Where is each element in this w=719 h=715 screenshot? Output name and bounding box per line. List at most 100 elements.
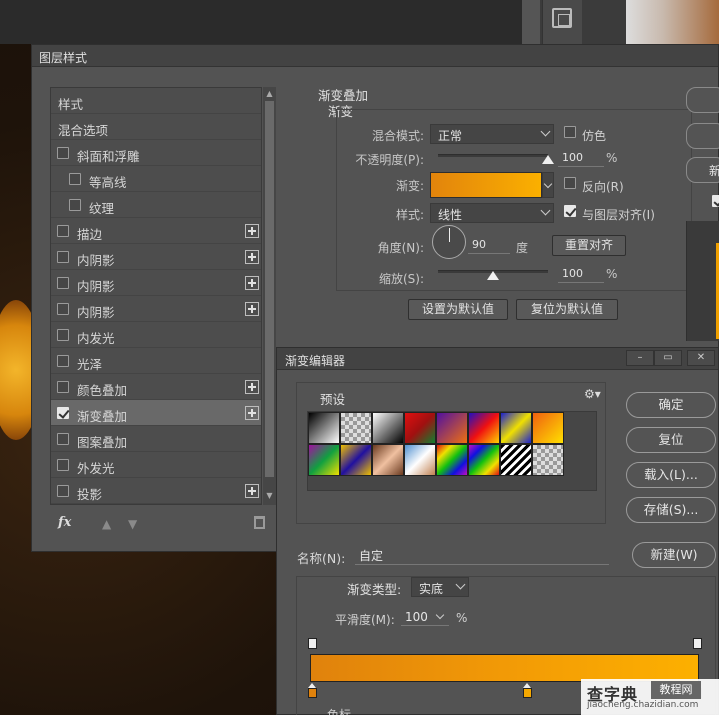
load-button[interactable]: 载入(L)... [626,462,716,488]
tool-icon[interactable] [552,8,572,28]
opacity-slider-thumb[interactable] [542,155,554,164]
style-list-item[interactable]: 内发光 [51,322,261,348]
add-effect-icon[interactable] [245,276,259,290]
move-up-icon[interactable]: ▲ [102,517,114,531]
style-list-item[interactable]: 混合选项 [51,114,261,140]
ok-button[interactable]: 确定 [626,392,716,418]
preview-checkbox[interactable] [712,195,719,207]
opacity-stop-left[interactable] [308,638,317,649]
save-button[interactable]: 存储(S)... [626,497,716,523]
preset-swatch[interactable] [372,412,404,444]
gradient-type-dropdown[interactable]: 实底 [411,577,469,597]
style-checkbox[interactable] [57,433,69,445]
preset-swatch[interactable] [308,444,340,476]
style-checkbox[interactable] [57,277,69,289]
preset-swatch[interactable] [340,412,372,444]
style-checkbox[interactable] [57,381,69,393]
preset-swatch[interactable] [532,444,564,476]
scale-input[interactable]: 100 [558,267,604,283]
preset-swatch[interactable] [372,444,404,476]
style-checkbox[interactable] [57,485,69,497]
preset-swatch[interactable] [468,444,500,476]
style-checkbox[interactable] [57,303,69,315]
style-list-footer: fx ▲ ▼ [50,509,276,539]
preset-swatch[interactable] [308,412,340,444]
style-list-item[interactable]: 内阴影 [51,270,261,296]
reset-button[interactable]: 复位 [626,427,716,453]
style-checkbox[interactable] [57,147,69,159]
style-dropdown[interactable]: 线性 [430,203,554,223]
add-effect-icon[interactable] [245,406,259,420]
add-effect-icon[interactable] [245,302,259,316]
style-list-item[interactable]: 外发光 [51,452,261,478]
set-as-default-button[interactable]: 设置为默认值 [408,299,508,320]
layer-style-titlebar[interactable]: 图层样式 [32,45,718,67]
opacity-input[interactable]: 100 [558,151,604,167]
style-checkbox[interactable] [57,225,69,237]
fx-icon[interactable]: fx [58,515,71,530]
style-list-item[interactable]: 颜色叠加 [51,374,261,400]
reset-alignment-button[interactable]: 重置对齐 [552,235,626,256]
cancel-button[interactable] [686,123,719,149]
gradient-editor-titlebar[interactable]: 渐变编辑器 – ▭ ✕ [277,348,718,370]
style-list-item[interactable]: 斜面和浮雕 [51,140,261,166]
style-checkbox[interactable] [57,329,69,341]
smoothness-input[interactable]: 100 [401,608,449,626]
gradient-bar[interactable] [310,654,699,682]
opacity-slider[interactable] [438,154,548,157]
preset-swatch[interactable] [404,412,436,444]
style-list-item[interactable]: 等高线 [51,166,261,192]
add-effect-icon[interactable] [245,484,259,498]
style-list-item[interactable]: 内阴影 [51,244,261,270]
angle-input[interactable]: 90 [468,238,510,254]
move-down-icon[interactable]: ▼ [128,517,140,531]
angle-dial[interactable] [432,225,466,259]
ok-button[interactable] [686,87,719,113]
style-list-item[interactable]: 内阴影 [51,296,261,322]
preset-swatch[interactable] [500,412,532,444]
style-list-item[interactable]: 图案叠加 [51,426,261,452]
gear-icon[interactable]: ⚙▾ [584,387,601,401]
gradient-dropdown[interactable] [542,172,554,198]
preset-swatch[interactable] [532,412,564,444]
reverse-checkbox[interactable] [564,177,576,189]
add-effect-icon[interactable] [245,224,259,238]
add-effect-icon[interactable] [245,380,259,394]
preset-swatch[interactable] [340,444,372,476]
style-list-item[interactable]: 纹理 [51,192,261,218]
preset-swatch[interactable] [468,412,500,444]
style-list-item[interactable]: 渐变叠加 [51,400,261,426]
style-list-item[interactable]: 描边 [51,218,261,244]
dither-checkbox[interactable] [564,126,576,138]
preset-swatch[interactable] [500,444,532,476]
color-stop-left[interactable] [308,683,317,698]
align-with-layer-checkbox[interactable] [564,205,576,217]
style-checkbox[interactable] [57,459,69,471]
opacity-stop-right[interactable] [693,638,702,649]
style-checkbox[interactable] [69,173,81,185]
blend-mode-dropdown[interactable]: 正常 [430,124,554,144]
maximize-icon[interactable]: ▭ [654,350,682,366]
trash-icon[interactable] [254,516,265,529]
style-list-item[interactable]: 样式 [51,88,261,114]
style-checkbox[interactable] [57,251,69,263]
preset-swatch[interactable] [404,444,436,476]
preset-swatch[interactable] [436,444,468,476]
scale-slider-thumb[interactable] [487,271,499,280]
style-checkbox[interactable] [57,355,69,367]
color-stop-mid[interactable] [523,683,532,698]
style-checkbox[interactable] [69,199,81,211]
reset-to-default-button[interactable]: 复位为默认值 [516,299,618,320]
new-button[interactable]: 新建(W) [632,542,716,568]
gradient-swatch[interactable] [430,172,542,198]
style-list-scrollbar[interactable]: ▲ ▼ [263,87,276,505]
new-style-button[interactable]: 新 [686,157,719,183]
name-input[interactable]: 自定 [355,547,609,565]
add-effect-icon[interactable] [245,250,259,264]
preset-swatch[interactable] [436,412,468,444]
minimize-icon[interactable]: – [626,350,654,366]
style-checkbox[interactable] [57,407,69,419]
close-icon[interactable]: ✕ [687,350,715,366]
style-list-item[interactable]: 光泽 [51,348,261,374]
style-list-item[interactable]: 投影 [51,478,261,504]
